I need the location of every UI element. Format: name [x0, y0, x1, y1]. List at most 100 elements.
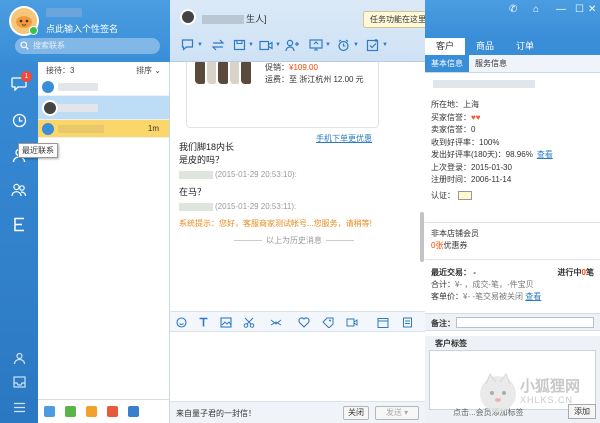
- chevron-down-icon[interactable]: ▼: [248, 42, 254, 48]
- good-rate: 收到好评率：100%: [431, 137, 500, 147]
- letter-notice-link[interactable]: 来自量子君的一封信！: [176, 408, 256, 419]
- product-image[interactable]: [195, 62, 251, 90]
- product-card[interactable]: 促销：¥109.00 运费：至 浙江杭州 12.00 元 手机下单更优惠: [186, 62, 379, 143]
- close-icon[interactable]: ✕: [588, 4, 596, 15]
- view-rate-link[interactable]: 查看: [537, 150, 553, 159]
- tags-title: 客户标签: [435, 339, 467, 348]
- scissors-icon[interactable]: [243, 316, 255, 328]
- contact-row[interactable]: [38, 78, 169, 96]
- contact-row-selected[interactable]: [38, 96, 169, 120]
- app-grid-icon[interactable]: [128, 406, 139, 417]
- user-settings-icon[interactable]: [9, 348, 29, 368]
- contact-avatar: [42, 100, 58, 116]
- search-input[interactable]: 搜索联系: [15, 38, 160, 54]
- chevron-down-icon[interactable]: ▼: [325, 42, 331, 48]
- remark-row: 备注：: [425, 313, 600, 331]
- mailbox-icon[interactable]: [9, 372, 29, 392]
- message-meta: (2015-01-29 20:53:10):: [179, 170, 297, 179]
- tab-goods[interactable]: 商品: [465, 38, 505, 55]
- doc-icon[interactable]: [401, 316, 413, 328]
- discount-icon[interactable]: [322, 316, 334, 328]
- profile-bar: 点此输入个性签名 搜索联系: [0, 0, 170, 62]
- app-blue-icon[interactable]: [44, 406, 55, 417]
- alarm-bell-icon[interactable]: [336, 38, 351, 52]
- group-icon[interactable]: [9, 180, 29, 200]
- trade-info: 最近交易： - 进行中0笔 合计：¥- ，成交-笔，-件宝贝 客单价：¥- -笔…: [431, 267, 594, 303]
- app-shop-icon[interactable]: [107, 406, 118, 417]
- contact-avatar: [42, 123, 54, 135]
- remark-label: 备注：: [431, 319, 455, 328]
- sort-button[interactable]: 排序 ⌄: [136, 65, 161, 76]
- phone-icon[interactable]: ✆: [509, 4, 517, 15]
- app-green-icon[interactable]: [65, 406, 76, 417]
- message-text: 在马？: [179, 187, 207, 197]
- trade-total: 合计：¥- ，成交-笔，-件宝贝: [431, 280, 534, 289]
- task-icon[interactable]: [365, 38, 380, 52]
- tab-service-info[interactable]: 服务信息: [469, 55, 513, 72]
- send-label: 发送: [385, 408, 402, 417]
- image-icon[interactable]: [220, 316, 232, 328]
- tab-basic-info[interactable]: 基本信息: [425, 55, 469, 72]
- menu-icon[interactable]: [9, 397, 29, 417]
- video-record-icon[interactable]: [346, 316, 358, 328]
- watermark-title: 小狐狸网: [520, 378, 581, 395]
- peer-name: 生人]: [202, 12, 267, 25]
- maximize-icon[interactable]: ☐: [575, 4, 584, 15]
- chevron-down-icon[interactable]: ▼: [197, 42, 203, 48]
- contact-row-current[interactable]: 1m: [38, 120, 169, 138]
- location: 所在地：上海: [431, 100, 479, 109]
- video-icon[interactable]: [258, 38, 273, 52]
- recent-clock-icon[interactable]: [9, 110, 29, 130]
- remark-input[interactable]: [456, 317, 594, 328]
- chat-scrollbar[interactable]: [420, 212, 424, 262]
- chat-bubble-icon[interactable]: [180, 38, 195, 52]
- chevron-down-icon[interactable]: ▼: [382, 42, 388, 48]
- membership-info: 非本店铺会员 0张优惠券: [431, 228, 479, 252]
- skin-icon[interactable]: ⌂: [533, 4, 539, 15]
- peer-name-blur: [202, 15, 244, 25]
- app-folder-icon[interactable]: [86, 406, 97, 417]
- recent-contacts-tooltip: 最近联系: [18, 143, 58, 158]
- tab-customer[interactable]: 客户: [425, 38, 465, 55]
- contact-list-header: 接待：3 排序 ⌄: [38, 62, 169, 78]
- message-input[interactable]: [170, 332, 425, 401]
- calendar-icon[interactable]: [377, 316, 389, 328]
- font-icon[interactable]: [197, 316, 209, 328]
- register-time: 注册时间：2006-11-14: [431, 175, 512, 184]
- quick-reply-icon[interactable]: [270, 316, 282, 328]
- contact-name: [58, 104, 98, 112]
- emoji-icon[interactable]: [175, 316, 187, 328]
- contact-wait-time: 1m: [147, 124, 159, 133]
- chat-header: 生人] 任务功能在这里哦 ▼ ▼ ▼ ▼ ▼ ▼: [170, 0, 441, 62]
- tab-orders[interactable]: 订单: [505, 38, 545, 55]
- system-tip: 系统提示：您好，客服商家测试帐号...您服务，请稍等!: [179, 219, 372, 228]
- heart-icon[interactable]: [298, 316, 310, 328]
- last-login: 上次登录：2015-01-30: [431, 162, 512, 172]
- customer-name: [433, 80, 535, 88]
- close-button[interactable]: 关闭: [343, 406, 369, 420]
- store-e-icon[interactable]: [9, 214, 29, 234]
- add-contact-icon[interactable]: [284, 38, 299, 52]
- my-nickname: [46, 8, 82, 17]
- mobile-order-link[interactable]: 手机下单更优惠: [316, 133, 372, 144]
- message-meta: (2015-01-29 20:53:11):: [179, 202, 296, 211]
- contact-bottom-toolbar: [38, 399, 170, 423]
- file-icon[interactable]: [232, 38, 247, 52]
- message-text: 是皮的吗？: [179, 155, 225, 165]
- credit-heart-icon: ♥♥: [471, 112, 481, 122]
- chevron-down-icon[interactable]: ▼: [353, 42, 359, 48]
- screen-share-icon[interactable]: [308, 38, 323, 52]
- signature-text[interactable]: 点此输入个性签名: [46, 22, 118, 35]
- contact-name: [58, 83, 98, 91]
- chevron-down-icon[interactable]: ▼: [275, 42, 281, 48]
- send-button[interactable]: 发送 ▾: [375, 406, 419, 420]
- chat-messages: 促销：¥109.00 运费：至 浙江杭州 12.00 元 手机下单更优惠 我们脚…: [170, 62, 425, 311]
- view-trade-link[interactable]: 查看: [525, 292, 541, 301]
- online-status-icon[interactable]: [29, 26, 38, 35]
- history-divider: 以上为历史消息: [230, 235, 358, 246]
- transfer-arrows-icon[interactable]: [210, 38, 225, 52]
- contact-name: [58, 125, 104, 133]
- peer-avatar[interactable]: [180, 9, 196, 25]
- minimize-icon[interactable]: —: [556, 4, 566, 15]
- peer-name-suffix: 生人]: [246, 14, 267, 24]
